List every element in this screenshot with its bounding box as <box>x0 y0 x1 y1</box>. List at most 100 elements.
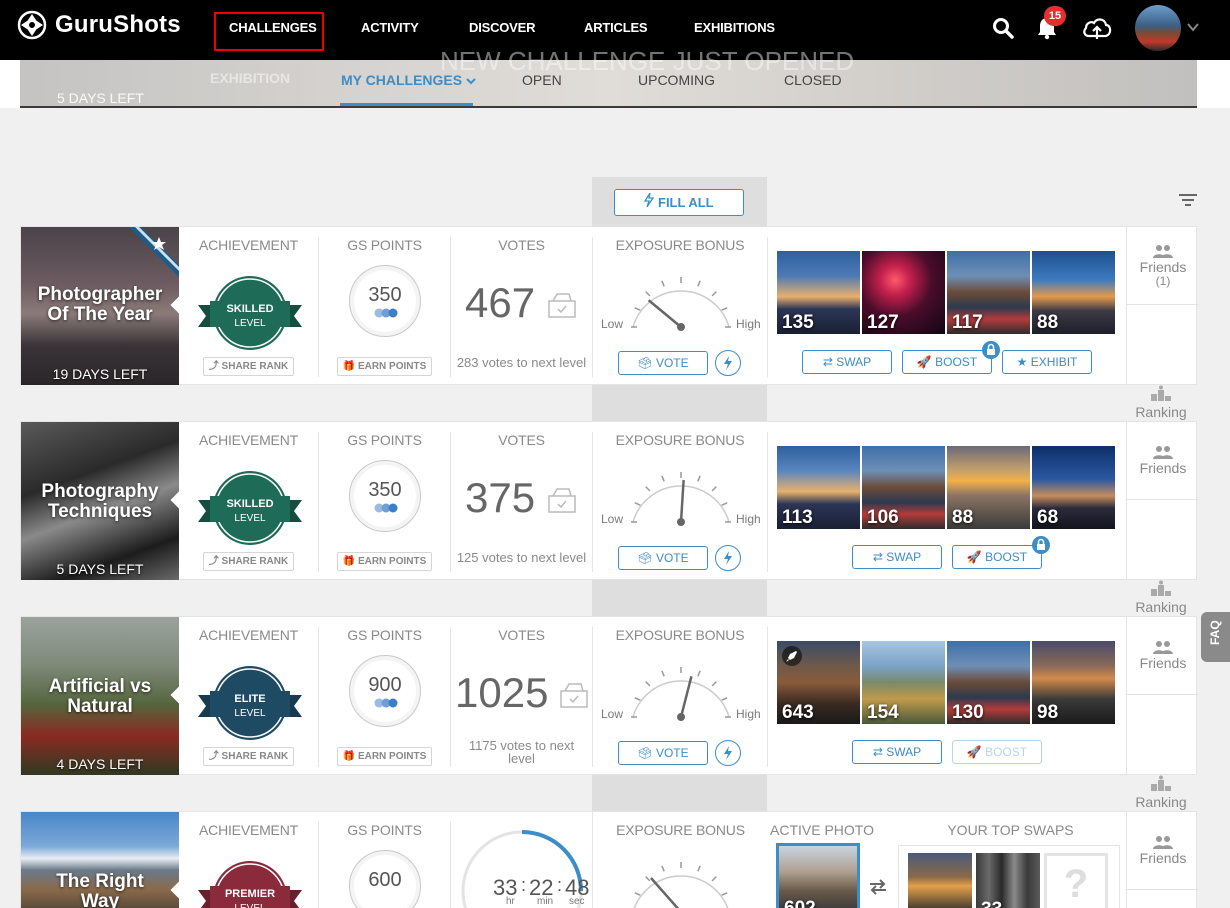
boost-votes-button[interactable] <box>715 350 741 376</box>
swap-photo[interactable]: 33 <box>976 853 1040 908</box>
active-photo-header: ACTIVE PHOTO <box>770 822 874 838</box>
featured-corner-ribbon <box>129 227 179 277</box>
exposure-gauge <box>631 277 731 331</box>
timer-min-label: min <box>537 896 554 907</box>
search-icon[interactable] <box>992 17 1014 39</box>
achievement-header: ACHIEVEMENT <box>199 432 298 448</box>
nav-exhibitions[interactable]: EXHIBITIONS <box>694 20 775 35</box>
friends-tab[interactable]: Friends <box>1127 617 1199 695</box>
boost-votes-button[interactable] <box>715 740 741 766</box>
exposure-section: EXPOSURE BONUS Low High 🗳 VOTE <box>593 432 768 572</box>
chevron-down-icon[interactable] <box>1187 23 1199 32</box>
svg-text:SKILLED: SKILLED <box>226 303 273 315</box>
boost-button[interactable]: 🚀 BOOST <box>902 350 992 374</box>
challenge-cover[interactable]: Artificial vs Natural 4 DAYS LEFT <box>21 617 179 775</box>
submitted-photo[interactable]: 88 <box>1032 251 1115 334</box>
avatar[interactable] <box>1135 5 1181 51</box>
gs-points-section: GS POINTS 350 🎁 EARN POINTS <box>319 432 451 572</box>
coins-icon <box>374 698 398 708</box>
gauge-tick <box>721 307 728 311</box>
tab-upcoming[interactable]: UPCOMING <box>638 72 715 88</box>
share-rank-button[interactable]: ⤴ SHARE RANK <box>203 357 294 376</box>
tab-my-challenges[interactable]: MY CHALLENGES <box>341 72 476 88</box>
fill-all-button[interactable]: FILL ALL <box>614 189 744 216</box>
share-rank-button[interactable]: ⤴ SHARE RANK <box>203 552 294 571</box>
gauge-tick <box>697 670 701 677</box>
svg-text:PREMIER: PREMIER <box>225 888 275 900</box>
nav-challenges[interactable]: CHALLENGES <box>229 20 317 35</box>
swap-photo[interactable] <box>908 853 972 908</box>
friends-panel[interactable]: Friends (1) <box>1126 227 1199 385</box>
earn-points-button[interactable]: 🎁 EARN POINTS <box>337 747 432 766</box>
vote-button[interactable]: 🗳 VOTE <box>618 351 708 375</box>
podium-icon <box>1151 580 1171 596</box>
submitted-photo[interactable]: 135 <box>777 251 860 334</box>
tab-open[interactable]: OPEN <box>522 72 562 88</box>
gauge-low-label: Low <box>601 317 624 331</box>
friends-tab[interactable]: Friends (1) <box>1127 227 1199 305</box>
challenge-cover[interactable]: The Right Way <box>21 812 179 908</box>
swap-button[interactable]: ⇄ SWAP <box>852 740 942 764</box>
upload-cloud-icon[interactable] <box>1081 14 1113 42</box>
boost-votes-button[interactable] <box>715 545 741 571</box>
votes-count: 375 <box>465 474 536 521</box>
friends-panel[interactable]: Friends <box>1126 422 1199 580</box>
ranking-button[interactable]: Ranking <box>1125 580 1197 615</box>
ranking-button[interactable]: Ranking <box>1125 385 1197 420</box>
vote-button[interactable]: 🗳 VOTE <box>618 546 708 570</box>
nav-activity[interactable]: ACTIVITY <box>361 20 419 35</box>
share-rank-button[interactable]: ⤴ SHARE RANK <box>203 747 294 766</box>
exposure-gauge <box>631 667 731 721</box>
exposure-section: EXPOSURE BONUS Low High 🗳 VOTE <box>593 627 768 767</box>
empty-swap-slot[interactable]: ? <box>1044 853 1108 908</box>
boost-button-disabled: 🚀 BOOST <box>952 740 1042 764</box>
swap-button[interactable]: ⇄ SWAP <box>852 545 942 569</box>
gs-points-section: GS POINTS 900 🎁 EARN POINTS <box>319 627 451 767</box>
submitted-photo[interactable]: 130 <box>947 641 1030 724</box>
challenge-cover[interactable]: Photography Techniques 5 DAYS LEFT <box>21 422 179 580</box>
submitted-photo[interactable]: 643 <box>777 641 860 724</box>
gauge-tick <box>645 681 651 687</box>
nav-discover[interactable]: DISCOVER <box>469 20 536 35</box>
achievement-section: ACHIEVEMENT ELITE LEVEL ⤴ SHARE RANK <box>179 627 319 767</box>
gauge-tick <box>697 865 701 872</box>
active-photo[interactable]: 602 <box>776 843 860 908</box>
challenge-cover[interactable]: Photographer Of The Year 19 DAYS LEFT <box>21 227 179 385</box>
earn-points-button[interactable]: 🎁 EARN POINTS <box>337 552 432 571</box>
submitted-photo[interactable]: 117 <box>947 251 1030 334</box>
votes-to-next-level: 283 votes to next level <box>456 355 587 370</box>
gauge-tick <box>634 697 641 701</box>
submitted-photo[interactable]: 68 <box>1032 446 1115 529</box>
friends-tab[interactable]: Friends <box>1127 422 1199 500</box>
ranking-button[interactable]: Ranking <box>1125 775 1197 810</box>
ranking-label: Ranking <box>1135 404 1187 420</box>
swap-button[interactable]: ⇄ SWAP <box>802 350 892 374</box>
submitted-photo[interactable]: 127 <box>862 251 945 334</box>
friends-panel[interactable]: Friends <box>1126 812 1199 908</box>
submitted-photo[interactable]: 106 <box>862 446 945 529</box>
nav-articles[interactable]: ARTICLES <box>584 20 648 35</box>
friends-tab[interactable]: Friends <box>1127 812 1199 890</box>
vote-button[interactable]: 🗳 VOTE <box>618 741 708 765</box>
chevron-down-icon <box>466 78 476 85</box>
friends-icon <box>1153 836 1173 849</box>
submitted-photo[interactable]: 113 <box>777 446 860 529</box>
swap-arrows-icon[interactable] <box>867 876 889 898</box>
boost-button[interactable]: 🚀 BOOST <box>952 545 1042 569</box>
earn-points-button[interactable]: 🎁 EARN POINTS <box>337 357 432 376</box>
gauge-tick <box>661 475 665 482</box>
faq-tab[interactable]: FAQ <box>1201 612 1230 662</box>
logo[interactable]: GuruShots <box>17 10 181 40</box>
timer-separator: : <box>557 875 563 895</box>
submitted-photo[interactable]: 98 <box>1032 641 1115 724</box>
tab-closed[interactable]: CLOSED <box>784 72 842 88</box>
exposure-header: EXPOSURE BONUS <box>616 822 745 838</box>
gauge-low-label: Low <box>601 707 624 721</box>
submitted-photo[interactable]: 88 <box>947 446 1030 529</box>
svg-text:LEVEL: LEVEL <box>234 708 266 719</box>
friends-panel[interactable]: Friends <box>1126 617 1199 775</box>
exhibit-button[interactable]: ★ EXHIBIT <box>1002 350 1092 374</box>
submitted-photo[interactable]: 154 <box>862 641 945 724</box>
friends-icon <box>1153 245 1173 258</box>
filter-icon[interactable] <box>1178 193 1198 207</box>
